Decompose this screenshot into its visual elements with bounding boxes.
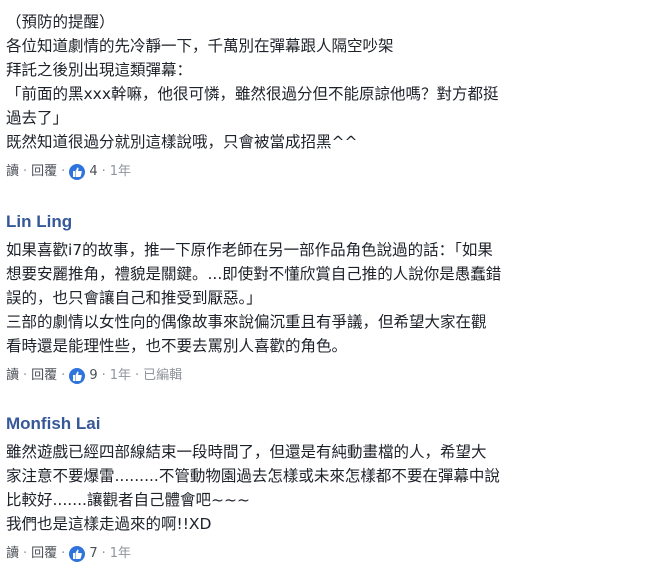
comment-1: （預防的提醒） 各位知道劇情的先冷靜一下，千萬別在彈幕跟人隔空吵架 拜託之後別出… xyxy=(6,10,642,181)
separator-dot: · xyxy=(23,368,28,383)
comment-actions: 讀 · 回覆 · 7 · 1年 xyxy=(6,545,642,563)
comment-line: 如果喜歡i7的故事，推一下原作老師在另一部作品角色說過的話：「如果 xyxy=(6,241,493,259)
comment-body: 如果喜歡i7的故事，推一下原作老師在另一部作品角色說過的話：「如果 想要安麗推角… xyxy=(6,238,642,358)
separator-dot: · xyxy=(61,546,66,561)
comment-line: 看時還是能理性些，也不要去罵別人喜歡的角色。 xyxy=(6,337,348,355)
comment-timestamp[interactable]: 1年 xyxy=(110,163,131,181)
comment-line: 拜託之後別出現這類彈幕： xyxy=(6,61,193,79)
thumbs-up-icon[interactable] xyxy=(69,164,86,180)
separator-dot: · xyxy=(61,164,66,179)
comment-author[interactable]: Monfish Lai xyxy=(6,414,642,434)
comment-line: 想要安麗推角，禮貌是關鍵。...即使對不懂欣賞自己推的人說你是愚蠢錯 xyxy=(6,265,502,283)
read-link[interactable]: 讀 xyxy=(6,367,19,385)
separator-dot: · xyxy=(101,368,106,383)
like-count[interactable]: 7 xyxy=(89,545,97,563)
comment-timestamp[interactable]: 1年 xyxy=(110,545,131,563)
edited-label[interactable]: 已編輯 xyxy=(143,367,182,385)
comment-body: （預防的提醒） 各位知道劇情的先冷靜一下，千萬別在彈幕跟人隔空吵架 拜託之後別出… xyxy=(6,10,642,154)
comment-line: 既然知道很過分就別這樣說哦，只會被當成招黑^^ xyxy=(6,133,358,151)
thumbs-up-icon[interactable] xyxy=(69,368,86,384)
reply-link[interactable]: 回覆 xyxy=(31,163,57,181)
comment-line: 三部的劇情以女性向的偶像故事來說偏沉重且有爭議，但希望大家在觀 xyxy=(6,313,487,331)
separator-dot: · xyxy=(23,164,28,179)
separator-dot: · xyxy=(135,368,140,383)
comment-line: 比較好.......讓觀者自己體會吧~~~ xyxy=(6,491,250,509)
separator-dot: · xyxy=(101,546,106,561)
separator-dot: · xyxy=(61,368,66,383)
like-count[interactable]: 9 xyxy=(89,367,97,385)
comment-line: 「前面的黑xxx幹嘛，他很可憐，雖然很過分但不能原諒他嗎？對方都挺 xyxy=(6,85,499,103)
comment-2: Lin Ling 如果喜歡i7的故事，推一下原作老師在另一部作品角色說過的話：「… xyxy=(6,212,642,385)
comment-timestamp[interactable]: 1年 xyxy=(110,367,131,385)
reply-link[interactable]: 回覆 xyxy=(31,367,57,385)
reply-link[interactable]: 回覆 xyxy=(31,545,57,563)
comment-line: 雖然遊戲已經四部線結束一段時間了，但還是有純動畫檔的人，希望大 xyxy=(6,443,487,461)
comment-line: 過去了」 xyxy=(6,109,69,127)
like-count[interactable]: 4 xyxy=(89,163,97,181)
comment-body: 雖然遊戲已經四部線結束一段時間了，但還是有純動畫檔的人，希望大 家注意不要爆雷.… xyxy=(6,440,642,536)
comment-line: （預防的提醒） xyxy=(6,13,115,31)
separator-dot: · xyxy=(23,546,28,561)
thumbs-up-icon[interactable] xyxy=(69,546,86,562)
comment-actions: 讀 · 回覆 · 9 · 1年 · 已編輯 xyxy=(6,367,642,385)
comment-author[interactable]: Lin Ling xyxy=(6,212,642,232)
comment-line: 我們也是這樣走過來的啊!!XD xyxy=(6,515,212,533)
read-link[interactable]: 讀 xyxy=(6,545,19,563)
comment-line: 各位知道劇情的先冷靜一下，千萬別在彈幕跟人隔空吵架 xyxy=(6,37,394,55)
comment-line: 誤的，也只會讓自己和推受到厭惡。」 xyxy=(6,289,262,307)
separator-dot: · xyxy=(101,164,106,179)
comment-line: 家注意不要爆雷.........不管動物園過去怎樣或未來怎樣都不要在彈幕中說 xyxy=(6,467,500,485)
comment-3: Monfish Lai 雖然遊戲已經四部線結束一段時間了，但還是有純動畫檔的人，… xyxy=(6,414,642,563)
read-link[interactable]: 讀 xyxy=(6,163,19,181)
comment-actions: 讀 · 回覆 · 4 · 1年 xyxy=(6,163,642,181)
